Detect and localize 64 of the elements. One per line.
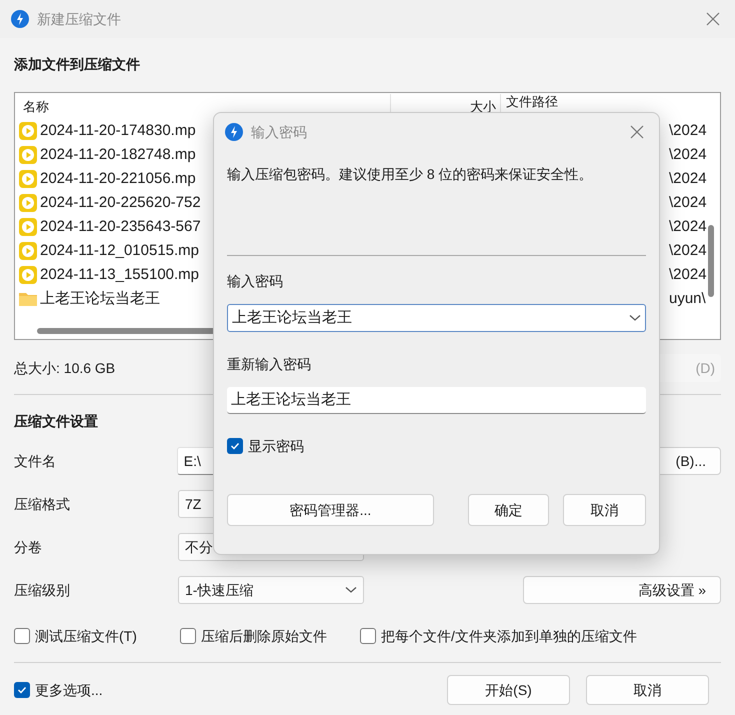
file-path: \2024 (669, 120, 707, 141)
file-name: 2024-11-20-174830.mp (40, 120, 196, 141)
video-file-icon (19, 146, 37, 164)
dropdown[interactable]: 1-快速压缩 (178, 576, 364, 604)
password-label: 输入密码 (227, 272, 284, 291)
file-path: uyun\ (669, 288, 706, 309)
file-path: \2024 (669, 216, 707, 237)
file-path: \2024 (669, 168, 707, 189)
file-name: 2024-11-20-221056.mp (40, 168, 196, 189)
file-name: 上老王论坛当老王 (40, 288, 160, 309)
checkbox[interactable] (14, 628, 30, 644)
option-label: 测试压缩文件(T) (35, 626, 137, 646)
confirm-label: 重新输入密码 (227, 355, 312, 374)
file-name: 2024-11-12_010515.mp (40, 240, 200, 261)
file-path: \2024 (669, 264, 707, 285)
close-icon[interactable] (706, 12, 720, 26)
close-icon[interactable] (630, 125, 644, 139)
show-password-label: 显示密码 (248, 436, 304, 456)
vertical-scrollbar[interactable] (708, 225, 714, 297)
video-file-icon (19, 194, 37, 212)
ok-button[interactable]: 确定 (468, 494, 549, 526)
section-heading: 添加文件到压缩文件 (14, 55, 141, 74)
file-path: \2024 (669, 240, 707, 261)
cancel-button[interactable]: 取消 (586, 675, 709, 705)
window-title: 新建压缩文件 (37, 10, 121, 28)
folder-icon (19, 291, 37, 307)
field-label: 分卷 (14, 538, 43, 556)
dialog-title: 输入密码 (251, 122, 307, 142)
confirm-password-field[interactable]: 上老王论坛当老王 (227, 387, 646, 414)
password-manager-button[interactable]: 密码管理器... (227, 494, 434, 526)
file-path: \2024 (669, 192, 707, 213)
file-name: 2024-11-20-225620-752 (40, 192, 201, 213)
app-logo-icon (225, 123, 243, 141)
checkbox[interactable] (360, 628, 376, 644)
video-file-icon (19, 242, 37, 260)
cancel-button[interactable]: 取消 (563, 494, 646, 526)
app-logo-icon (11, 10, 29, 28)
start-button[interactable]: 开始(S) (447, 675, 570, 705)
checkbox[interactable] (227, 438, 243, 454)
video-file-icon (19, 170, 37, 188)
checkbox[interactable] (14, 682, 30, 698)
check-icon (17, 685, 27, 695)
video-file-icon (19, 218, 37, 236)
field-label: 压缩级别 (14, 580, 71, 600)
column-header[interactable]: 文件路径 (501, 94, 558, 109)
option-label: 把每个文件/文件夹添加到单独的压缩文件 (381, 626, 637, 646)
caret-icon (629, 314, 641, 322)
video-file-icon (19, 122, 37, 140)
password-combobox[interactable]: 上老王论坛当老王 (227, 304, 646, 332)
dialog-description: 输入压缩包密码。建议使用至少 8 位的密码来保证安全性。 (227, 165, 594, 184)
checkbox[interactable] (180, 628, 196, 644)
file-name: 2024-11-20-235643-567 (40, 216, 201, 237)
video-file-icon (19, 266, 37, 284)
option-label: 压缩后删除原始文件 (201, 626, 327, 646)
file-name: 2024-11-20-182748.mp (40, 144, 196, 165)
field-label: 文件名 (14, 452, 57, 470)
section-heading: 压缩文件设置 (14, 412, 99, 431)
file-path: \2024 (669, 144, 707, 165)
total-size: 总大小: 10.6 GB (14, 358, 116, 378)
check-icon (230, 441, 240, 451)
field-label: 压缩格式 (14, 494, 71, 514)
file-name: 2024-11-13_155100.mp (40, 264, 200, 285)
settings-button[interactable]: 高级设置 » (523, 576, 721, 604)
option-label: 更多选项... (35, 680, 103, 700)
